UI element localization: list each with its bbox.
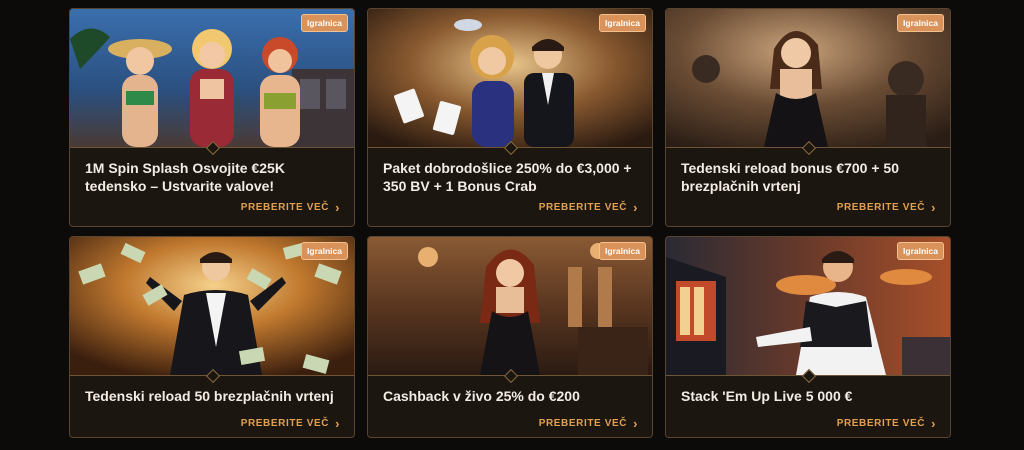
category-badge: Igralnica [599,242,646,260]
promotions-grid: Igralnica 1M Spin Splash Osvojite €25K t… [69,8,951,438]
read-more-label: PREBERITE VEČ [836,202,926,213]
read-more-label: PREBERITE VEČ [240,202,330,213]
promo-card-body: 1M Spin Splash Osvojite €25K tedensko – … [70,140,354,226]
promo-card-live-cashback[interactable]: Igralnica Cashback v živo 25% do €200 PR… [367,236,653,438]
read-more-link[interactable]: PREBERITE VEČ › [836,199,936,215]
promo-card-body: Stack 'Em Up Live 5 000 € PREBERITE VEČ … [666,368,950,437]
chevron-right-icon: › [335,199,340,215]
promo-card-weekly-reload-spins[interactable]: Igralnica Tedenski reload 50 brezplačnih… [69,236,355,438]
promo-card-weekly-reload-bonus[interactable]: Igralnica Tedenski reload bonus €700 + 5… [665,8,951,227]
promo-card-spin-splash[interactable]: Igralnica 1M Spin Splash Osvojite €25K t… [69,8,355,227]
read-more-link[interactable]: PREBERITE VEČ › [538,199,638,215]
promo-card-body: Tedenski reload 50 brezplačnih vrtenj PR… [70,368,354,437]
category-badge: Igralnica [599,14,646,32]
chevron-right-icon: › [633,199,638,215]
promo-title: Tedenski reload bonus €700 + 50 brezplač… [681,160,899,194]
promo-card-stack-em-up[interactable]: Igralnica Stack 'Em Up Live 5 000 € PREB… [665,236,951,438]
chevron-right-icon: › [931,415,936,431]
promo-card-body: Paket dobrodošlice 250% do €3,000 + 350 … [368,140,652,226]
promo-card-welcome-package[interactable]: Igralnica Paket dobrodošlice 250% do €3,… [367,8,653,227]
promo-title: Tedenski reload 50 brezplačnih vrtenj [85,388,334,404]
read-more-link[interactable]: PREBERITE VEČ › [836,415,936,431]
category-badge: Igralnica [897,242,944,260]
read-more-label: PREBERITE VEČ [836,418,926,429]
read-more-label: PREBERITE VEČ [538,418,628,429]
promo-title: Paket dobrodošlice 250% do €3,000 + 350 … [383,160,632,194]
category-badge: Igralnica [301,242,348,260]
chevron-right-icon: › [633,415,638,431]
chevron-right-icon: › [335,415,340,431]
promo-title: 1M Spin Splash Osvojite €25K tedensko – … [85,160,285,194]
read-more-label: PREBERITE VEČ [538,202,628,213]
read-more-label: PREBERITE VEČ [240,418,330,429]
read-more-link[interactable]: PREBERITE VEČ › [240,199,340,215]
read-more-link[interactable]: PREBERITE VEČ › [240,415,340,431]
read-more-link[interactable]: PREBERITE VEČ › [538,415,638,431]
promo-title: Cashback v živo 25% do €200 [383,388,580,404]
promo-title: Stack 'Em Up Live 5 000 € [681,388,853,404]
promo-card-body: Cashback v živo 25% do €200 PREBERITE VE… [368,368,652,437]
chevron-right-icon: › [931,199,936,215]
category-badge: Igralnica [897,14,944,32]
promo-card-body: Tedenski reload bonus €700 + 50 brezplač… [666,140,950,226]
category-badge: Igralnica [301,14,348,32]
